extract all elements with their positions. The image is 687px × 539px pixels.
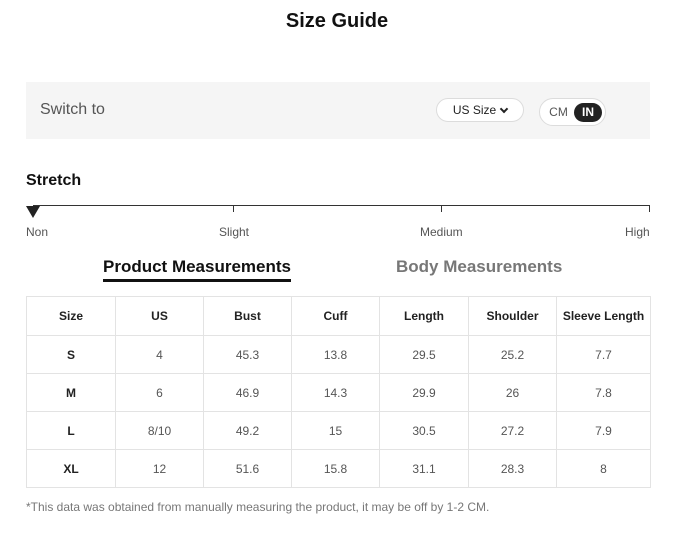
table-cell: XL xyxy=(26,449,116,488)
header-cuff: Cuff xyxy=(291,296,380,336)
table-row: L 8/10 49.2 15 30.5 27.2 7.9 xyxy=(26,411,651,450)
page-title: Size Guide xyxy=(285,10,389,32)
table-cell: 28.3 xyxy=(468,449,557,488)
size-system-value: US Size xyxy=(452,103,497,117)
table-cell: M xyxy=(26,373,116,412)
table-cell: 7.9 xyxy=(556,411,651,450)
unit-cm-option[interactable]: CM xyxy=(545,103,572,122)
table-row: S 4 45.3 13.8 29.5 25.2 7.7 xyxy=(26,335,651,374)
table-cell: 15 xyxy=(291,411,380,450)
table-cell: 27.2 xyxy=(468,411,557,450)
chevron-down-icon xyxy=(499,104,509,113)
table-cell: 12 xyxy=(115,449,204,488)
table-cell: 26 xyxy=(468,373,557,412)
switch-label: Switch to xyxy=(40,101,105,118)
stretch-scale-line xyxy=(33,205,650,206)
stretch-label-slight: Slight xyxy=(219,225,250,239)
header-size: Size xyxy=(26,296,116,336)
stretch-label-high: High xyxy=(625,225,650,239)
table-cell: 45.3 xyxy=(203,335,292,374)
table-cell: L xyxy=(26,411,116,450)
unit-in-option[interactable]: IN xyxy=(574,103,602,122)
stretch-title: Stretch xyxy=(26,172,82,189)
table-header-row: Size US Bust Cuff Length Shoulder Sleeve… xyxy=(26,296,651,336)
header-bust: Bust xyxy=(203,296,292,336)
table-cell: 51.6 xyxy=(203,449,292,488)
stretch-tick-high xyxy=(649,205,650,212)
unit-toggle[interactable]: CM IN xyxy=(539,98,606,126)
table-cell: 15.8 xyxy=(291,449,380,488)
table-cell: 30.5 xyxy=(379,411,469,450)
table-cell: 8 xyxy=(556,449,651,488)
tab-product-measurements[interactable]: Product Measurements xyxy=(103,257,291,282)
table-row: XL 12 51.6 15.8 31.1 28.3 8 xyxy=(26,449,651,488)
table-cell: 7.7 xyxy=(556,335,651,374)
table-cell: 14.3 xyxy=(291,373,380,412)
header-us: US xyxy=(115,296,204,336)
table-cell: 49.2 xyxy=(203,411,292,450)
stretch-label-medium: Medium xyxy=(420,225,463,239)
stretch-marker-icon xyxy=(26,206,40,218)
header-length: Length xyxy=(379,296,469,336)
header-shoulder: Shoulder xyxy=(468,296,557,336)
table-cell: 29.9 xyxy=(379,373,469,412)
stretch-tick-slight xyxy=(233,205,234,212)
measurement-note: *This data was obtained from manually me… xyxy=(26,500,490,514)
table-cell: 8/10 xyxy=(115,411,204,450)
table-cell: 13.8 xyxy=(291,335,380,374)
tab-body-measurements[interactable]: Body Measurements xyxy=(396,257,562,277)
stretch-label-non: Non xyxy=(26,225,49,239)
table-cell: 25.2 xyxy=(468,335,557,374)
table-cell: 29.5 xyxy=(379,335,469,374)
table-cell: S xyxy=(26,335,116,374)
header-sleeve-length: Sleeve Length xyxy=(556,296,651,336)
table-cell: 7.8 xyxy=(556,373,651,412)
switch-bar: Switch to US Size CM IN xyxy=(26,82,650,139)
table-cell: 4 xyxy=(115,335,204,374)
stretch-tick-medium xyxy=(441,205,442,212)
table-cell: 31.1 xyxy=(379,449,469,488)
size-table: Size US Bust Cuff Length Shoulder Sleeve… xyxy=(26,296,651,488)
table-cell: 46.9 xyxy=(203,373,292,412)
table-cell: 6 xyxy=(115,373,204,412)
table-row: M 6 46.9 14.3 29.9 26 7.8 xyxy=(26,373,651,412)
size-system-dropdown[interactable]: US Size xyxy=(436,98,524,122)
